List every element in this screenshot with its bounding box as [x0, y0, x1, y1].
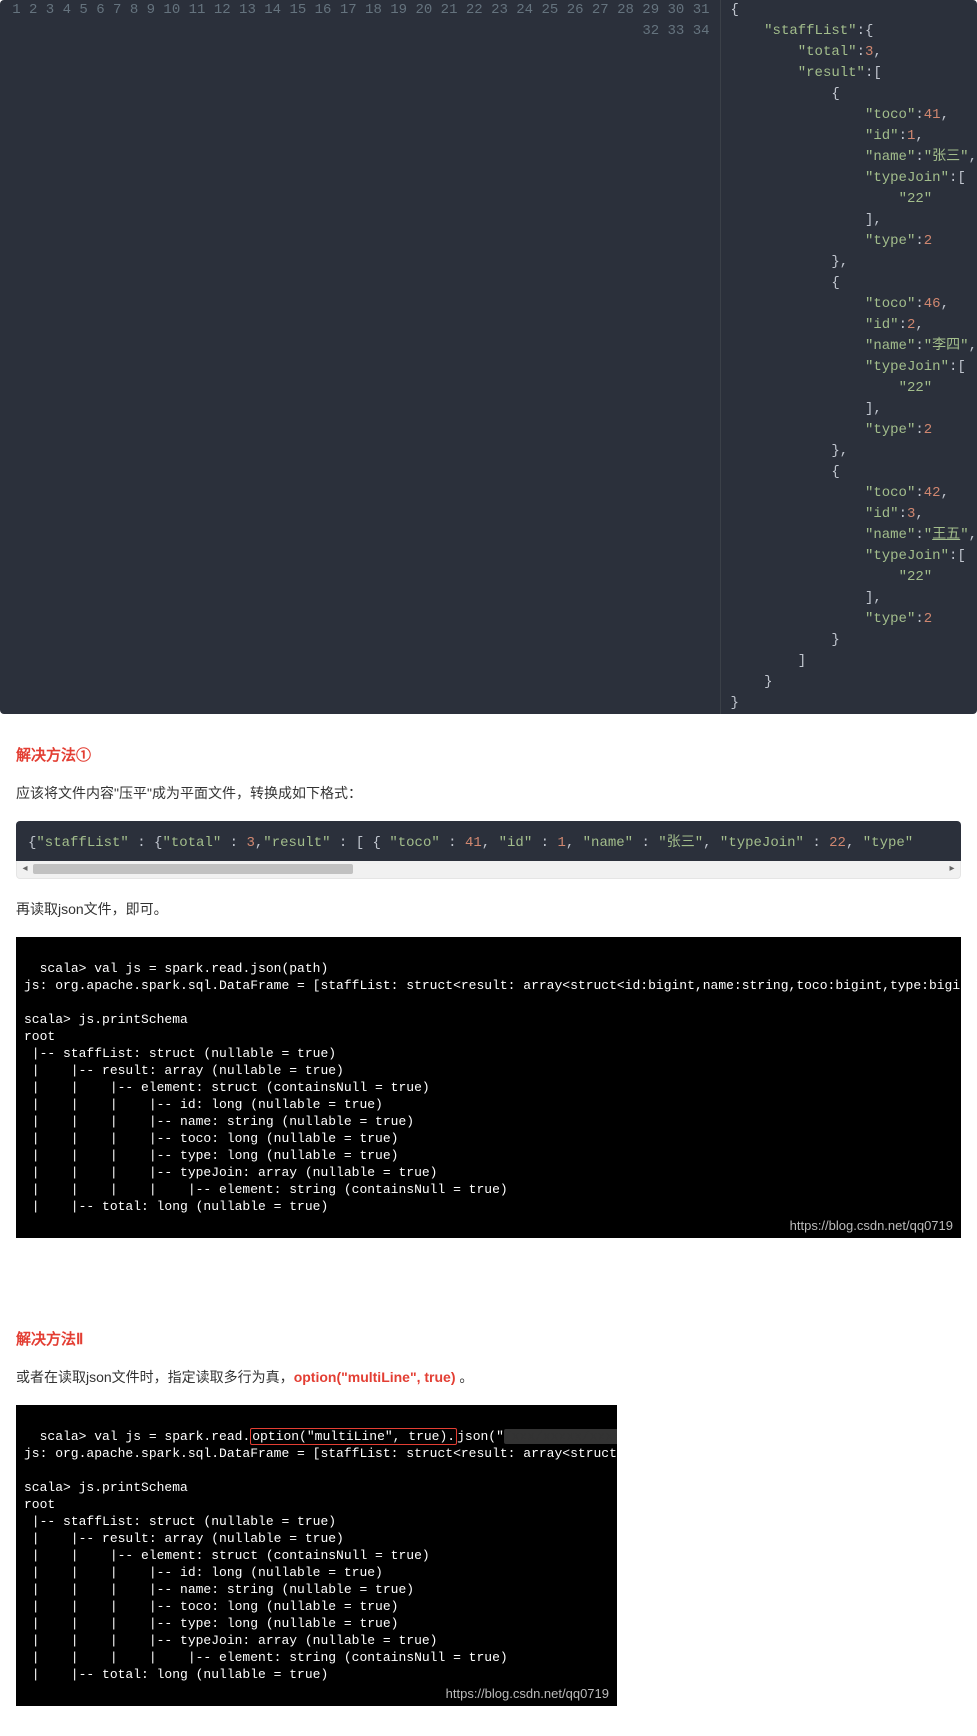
scroll-left-arrow[interactable]: ◂: [17, 861, 33, 877]
horizontal-scrollbar[interactable]: ◂ ▸: [16, 861, 961, 879]
solution-1-desc2: 再读取json文件，即可。: [16, 899, 977, 919]
terminal-output-2: scala> val js = spark.read.option("multi…: [16, 1405, 617, 1706]
solution-heading-1: 解决方法①: [16, 744, 977, 765]
terminal-output-1: scala> val js = spark.read.json(path) js…: [16, 937, 961, 1238]
solution-1-desc: 应该将文件内容"压平"成为平面文件，转换成如下格式：: [16, 783, 977, 803]
watermark-text: https://blog.csdn.net/qq0719: [790, 1217, 953, 1234]
scroll-right-arrow[interactable]: ▸: [944, 861, 960, 877]
solution-heading-2: 解决方法Ⅱ: [16, 1328, 977, 1349]
terminal-text: scala> val js = spark.read.option("multi…: [24, 1428, 617, 1682]
line-numbers: 1 2 3 4 5 6 7 8 9 10 11 12 13 14 15 16 1…: [0, 0, 720, 714]
code-content: { "staffList":{ "total":3, "result":[ { …: [720, 0, 977, 714]
json-code-block: 1 2 3 4 5 6 7 8 9 10 11 12 13 14 15 16 1…: [0, 0, 977, 714]
flat-json-code: {"staffList" : {"total" : 3,"result" : […: [16, 821, 961, 861]
option-multiline-text: option("multiLine", true): [294, 1369, 456, 1385]
terminal-text: scala> val js = spark.read.json(path) js…: [24, 961, 961, 1214]
para-suffix: 。: [456, 1369, 474, 1385]
solution-2-desc: 或者在读取json文件时，指定读取多行为真，option("multiLine"…: [16, 1367, 977, 1387]
para-prefix: 或者在读取json文件时，指定读取多行为真，: [16, 1369, 294, 1385]
scrollbar-thumb[interactable]: [33, 864, 353, 874]
